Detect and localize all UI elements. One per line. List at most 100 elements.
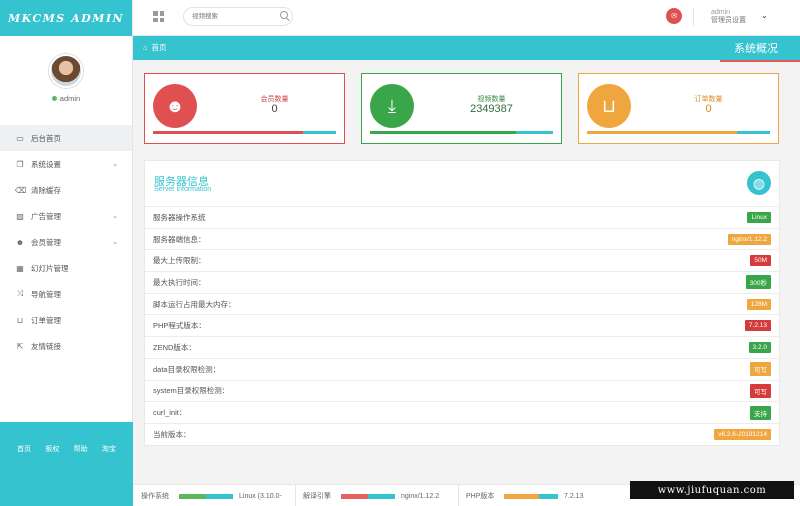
external-link-icon: ⇱ — [16, 341, 24, 351]
sidebar-item-label: 清除缓存 — [31, 185, 61, 195]
sidebar-item[interactable]: ⌫ 清除缓存 — [0, 177, 132, 203]
grid-menu-icon[interactable] — [153, 11, 164, 22]
footer-stat: 操作系统 Linux (3.10.0- — [141, 491, 282, 501]
footer-progress-bar — [341, 493, 395, 499]
footer-stat-label: PHP版本 — [466, 493, 495, 500]
status-badge: 7.2.13 — [744, 320, 771, 332]
online-status-icon — [51, 96, 57, 101]
footer-link[interactable]: 板权 — [45, 444, 59, 506]
row-label: data目录权限检测： — [153, 364, 221, 374]
stat-progress-bar — [153, 131, 336, 134]
row-label: 最大执行时间： — [153, 277, 206, 287]
topbar-divider — [693, 8, 694, 26]
sidebar-item[interactable]: ❐ 系统设置 ⌄ — [0, 151, 132, 177]
search-input[interactable] — [183, 7, 293, 26]
footer-link[interactable]: 淘宝 — [102, 444, 116, 506]
page-title: 系统概况 — [720, 36, 800, 62]
footer-link[interactable]: 帮助 — [74, 444, 88, 506]
copy-icon: ❐ — [16, 159, 24, 169]
panel-subtitle: Server information — [154, 186, 212, 193]
status-badge: nginx/1.12.2 — [727, 233, 771, 245]
sidebar-item-label: 订单管理 — [31, 315, 61, 325]
home-icon: ⌂ — [143, 43, 148, 52]
sidebar-item[interactable]: ⊔ 订单管理 — [0, 307, 132, 333]
admin-menu[interactable]: admin 管理员设置 — [711, 9, 746, 25]
mail-icon[interactable]: ✉ — [666, 8, 682, 24]
row-label: PHP程式版本： — [153, 321, 206, 331]
breadcrumb-home[interactable]: ⌂ 首页 — [143, 42, 167, 53]
chevron-down-icon[interactable]: ⌄ — [761, 11, 768, 20]
sidebar-item-label: 系统设置 — [31, 159, 61, 169]
table-row: curl_init： 支持 — [145, 401, 779, 423]
footer-stat: PHP版本 7.2.13 — [466, 491, 583, 501]
chevron-down-icon[interactable]: ⌄ — [112, 238, 118, 246]
sidebar: MKCMS ADMIN admin ▭ 后台首页 ❐ 系统设置 ⌄ ⌫ 清除缓存 ▨ 广告管理 ⌄… — [0, 0, 133, 506]
sidebar-item[interactable]: ⤨ 导航管理 — [0, 281, 132, 307]
footer-stat-label: 解译引擎 — [303, 493, 331, 500]
footer-link[interactable]: 首页 — [17, 444, 31, 506]
watermark: www.jiufuquan.com — [630, 481, 794, 499]
sidebar-footer: 首页 板权 帮助 淘宝 — [0, 422, 133, 506]
cart-icon: ⊔ — [16, 315, 24, 325]
topbar: ✉ admin 管理员设置 ⌄ — [133, 0, 800, 36]
status-badge: 支持 — [750, 405, 771, 420]
laptop-icon: ▭ — [16, 133, 24, 143]
status-badge: Linux — [747, 211, 771, 223]
globe-icon: ◍ — [747, 171, 771, 195]
stat-value: 0 — [271, 103, 278, 115]
row-label: 脚本运行占用最大内存： — [153, 299, 236, 309]
status-badge: 128M — [746, 298, 771, 310]
status-badge: 3.2.0 — [748, 341, 771, 353]
trash-icon: ⌫ — [15, 185, 27, 195]
stat-progress-bar — [370, 131, 553, 134]
table-row: 当前版本： v6.2.6-20191214 — [145, 422, 779, 445]
stat-value: 0 — [705, 103, 712, 115]
chevron-down-icon[interactable]: ⌄ — [112, 160, 118, 168]
row-label: system目录权限检测： — [153, 386, 230, 396]
table-row: 服务器操作系统 Linux — [145, 206, 779, 228]
footer-progress-bar — [504, 493, 558, 499]
sidebar-item-label: 友情链接 — [31, 341, 61, 351]
search-icon[interactable] — [280, 11, 288, 19]
table-row: 服务器端信息： nginx/1.12.2 — [145, 227, 779, 250]
status-badge: 300秒 — [745, 275, 771, 290]
sidebar-item[interactable]: ⇱ 友情链接 — [0, 333, 132, 359]
status-badge: 50M — [750, 255, 771, 267]
breadcrumb: ⌂ 首页 系统概况 — [133, 36, 800, 62]
sidebar-item-label: 幻灯片管理 — [31, 263, 69, 273]
server-info-panel: 服务器信息 Server information ◍ 服务器操作系统 Linux 服… — [144, 160, 780, 446]
status-badge: v6.2.6-20191214 — [714, 428, 771, 440]
row-label: curl_init： — [153, 408, 187, 418]
stat-card-members: ☻ 会员数量 0 — [144, 73, 345, 144]
footer-stat-value: Linux (3.10.0- — [239, 492, 282, 500]
table-row: 最大上传限制： 50M — [145, 249, 779, 271]
sidebar-item[interactable]: ▨ 广告管理 ⌄ — [0, 203, 132, 229]
user-status: admin — [0, 94, 132, 103]
app-logo[interactable]: MKCMS ADMIN — [0, 0, 132, 36]
table-row: data目录权限检测： 可写 — [145, 357, 779, 380]
admin-name: admin — [711, 9, 731, 16]
sidebar-item[interactable]: ☻ 会员管理 ⌄ — [0, 229, 132, 255]
breadcrumb-home-label: 首页 — [151, 43, 167, 52]
table-row: 脚本运行占用最大内存： 128M — [145, 292, 779, 315]
table-row: ZEND版本： 3.2.0 — [145, 336, 779, 358]
sidebar-item[interactable]: ▭ 后台首页 — [0, 125, 132, 151]
status-badge: 可写 — [750, 362, 771, 377]
table-row: 最大执行时间： 300秒 — [145, 271, 779, 293]
footer-stat-value: 7.2.13 — [564, 492, 584, 500]
sidebar-item[interactable]: ▦ 幻灯片管理 — [0, 255, 132, 281]
user-name: admin — [59, 94, 81, 103]
table-row: PHP程式版本： 7.2.13 — [145, 314, 779, 336]
sidebar-item-label: 后台首页 — [31, 133, 61, 143]
chevron-down-icon[interactable]: ⌄ — [112, 212, 118, 220]
footer-stat-value: nginx/1.12.2 — [401, 492, 440, 500]
row-label: ZEND版本： — [153, 342, 196, 352]
sidebar-nav: ▭ 后台首页 ❐ 系统设置 ⌄ ⌫ 清除缓存 ▨ 广告管理 ⌄ ☻ 会员管理 ⌄ ▦ 幻灯片管理 ⤨ 导航管理 ⊔… — [0, 125, 132, 359]
users-icon: ☻ — [15, 237, 25, 247]
row-label: 服务器操作系统 — [153, 212, 206, 222]
avatar[interactable] — [49, 54, 83, 88]
row-label: 当前版本： — [153, 429, 191, 439]
random-icon: ⤨ — [16, 289, 24, 298]
admin-role: 管理员设置 — [711, 17, 746, 24]
row-label: 最大上传限制： — [153, 256, 206, 266]
